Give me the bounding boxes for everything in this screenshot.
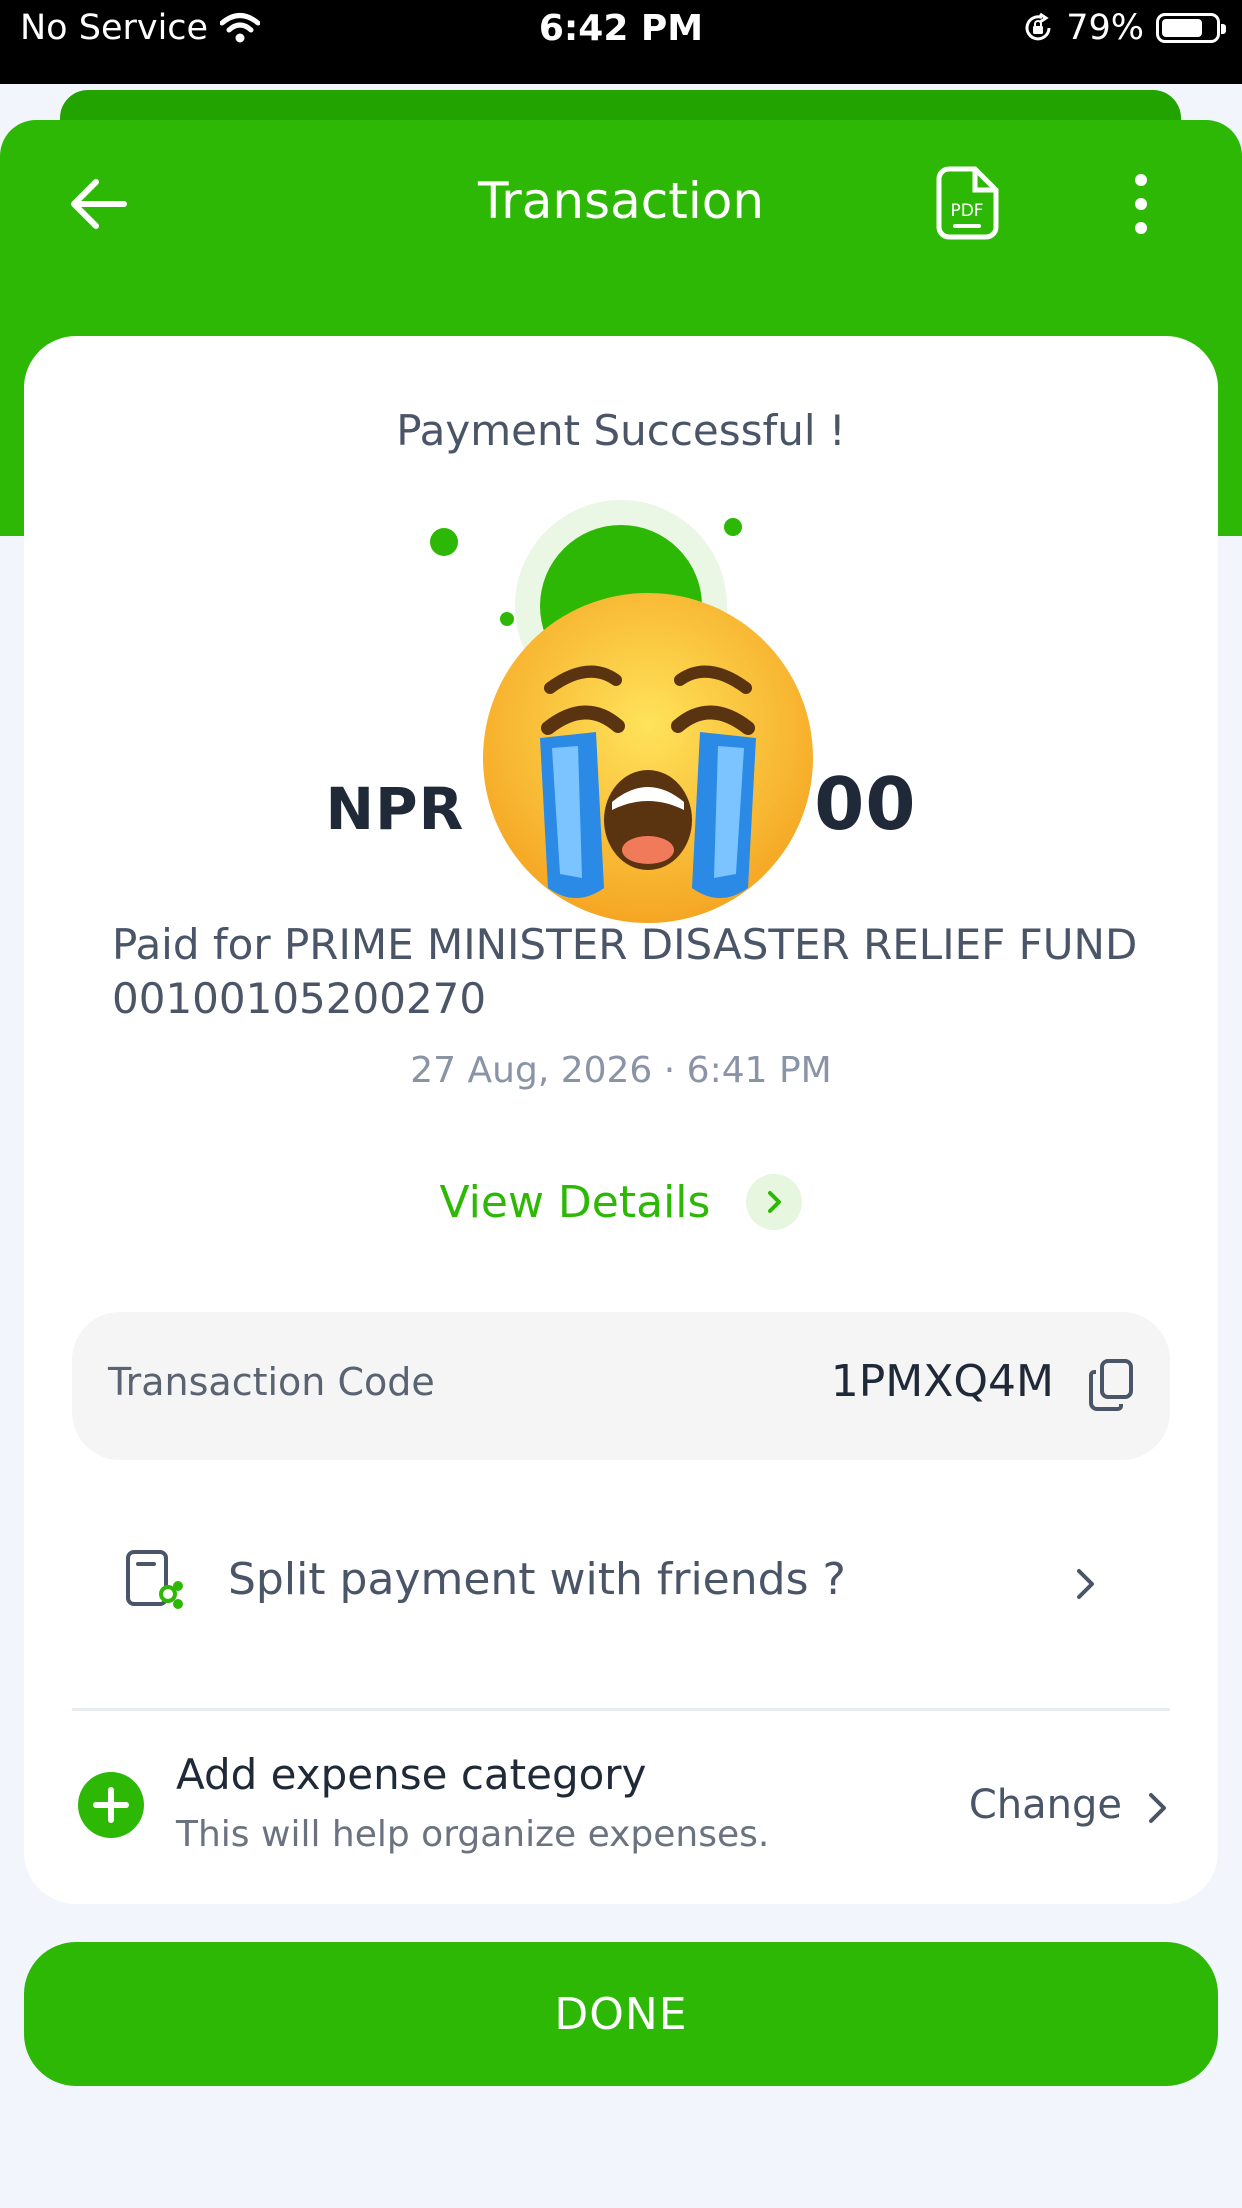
crying-face-emoji [483,593,813,923]
plus-circle-icon[interactable] [78,1772,144,1838]
chevron-right-icon[interactable] [746,1174,803,1230]
split-bill-icon [126,1550,183,1609]
copy-icon[interactable] [1088,1358,1134,1412]
view-details-label[interactable]: View Details [440,1177,711,1228]
expense-category-subtitle: This will help organize expenses. [176,1814,770,1855]
paid-for-text: Paid for PRIME MINISTER DISASTER RELIEF … [112,920,1138,1023]
confetti-dot [724,518,742,536]
transaction-datetime: 27 Aug, 2026 · 6:41 PM [410,1050,832,1091]
done-button[interactable]: DONE [24,1942,1218,2086]
expense-category-row[interactable]: Add expense category This will help orga… [72,1740,1170,1870]
transaction-code-value: 1PMXQ4M [830,1356,1054,1407]
page-title: Transaction [477,172,765,230]
change-category-button[interactable]: Change [969,1782,1122,1828]
amount-value: 00 [814,762,917,846]
confetti-dot [430,528,458,556]
amount-display: NPR 00 [0,762,1242,846]
status-right: 79% [1022,8,1226,48]
transaction-code-row: Transaction Code 1PMXQ4M [72,1312,1170,1460]
pdf-icon-text: PDF [950,201,983,221]
more-vertical-icon[interactable] [1126,172,1156,236]
status-bar: No Service 6:42 PM 79% [0,0,1242,84]
battery-tip [1221,24,1226,34]
chevron-right-icon[interactable] [1146,1790,1170,1826]
transaction-code-label: Transaction Code [108,1360,435,1404]
payment-status-title: Payment Successful ! [396,406,846,455]
rotation-lock-icon [1025,12,1051,41]
battery-level-fill [1162,19,1202,37]
expense-category-title: Add expense category [176,1750,647,1799]
view-details-link[interactable]: View Details [0,1174,1242,1230]
battery-percent: 79% [1066,8,1144,48]
split-payment-row[interactable]: Split payment with friends ? [72,1530,1170,1640]
battery-icon [1156,13,1226,43]
pdf-icon[interactable]: PDF [935,166,999,240]
divider [72,1708,1170,1711]
chevron-right-icon[interactable] [1074,1566,1098,1602]
currency-label: NPR [325,775,465,843]
split-payment-label[interactable]: Split payment with friends ? [228,1554,846,1605]
